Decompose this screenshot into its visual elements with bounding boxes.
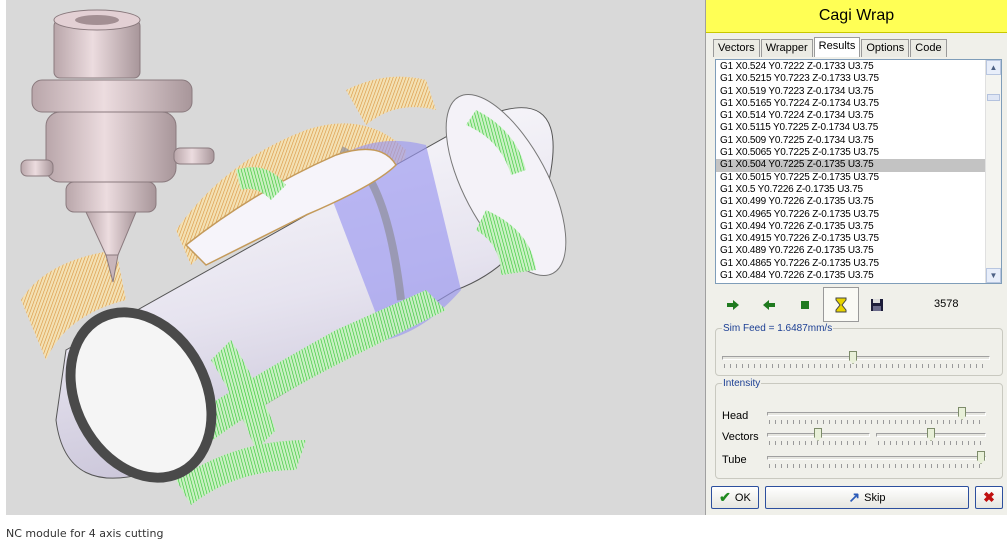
gcode-line[interactable]: G1 X0.5165 Y0.7224 Z-0.1734 U3.75 <box>716 98 986 110</box>
tab-options[interactable]: Options <box>861 39 910 57</box>
gcode-line[interactable]: G1 X0.524 Y0.7222 Z-0.1733 U3.75 <box>716 61 986 73</box>
gcode-line[interactable]: G1 X0.4965 Y0.7226 Z-0.1735 U3.75 <box>716 209 986 221</box>
3d-viewport[interactable] <box>6 0 705 515</box>
stop-button[interactable] <box>787 287 823 322</box>
head-label: Head <box>722 410 749 422</box>
sim-feed-group: Sim Feed = 1.6487mm/s <box>715 323 1003 376</box>
skip-arrow-icon: ↗ <box>848 489 861 505</box>
orange-vector-band-back <box>346 76 436 125</box>
scroll-down-icon[interactable]: ▼ <box>986 268 1001 283</box>
results-scrollbar[interactable]: ▲ ▼ <box>985 60 1001 283</box>
gcode-line[interactable]: G1 X0.519 Y0.7223 Z-0.1734 U3.75 <box>716 86 986 98</box>
slider-thumb[interactable] <box>977 451 985 464</box>
gcode-line[interactable]: G1 X0.5 Y0.7226 Z-0.1735 U3.75 <box>716 184 986 196</box>
play-forward-button[interactable] <box>715 287 751 322</box>
gcode-line[interactable]: G1 X0.5215 Y0.7223 Z-0.1733 U3.75 <box>716 73 986 85</box>
window-title: Cagi Wrap <box>706 0 1007 33</box>
gcode-line[interactable]: G1 X0.514 Y0.7224 Z-0.1734 U3.75 <box>716 110 986 122</box>
close-button[interactable]: ✖ <box>975 486 1003 509</box>
slider-thumb[interactable] <box>958 407 966 420</box>
floppy-disk-icon <box>871 298 883 311</box>
tab-wrapper[interactable]: Wrapper <box>760 39 813 57</box>
intensity-legend: Intensity <box>723 378 761 389</box>
gcode-line[interactable]: G1 X0.4915 Y0.7226 Z-0.1735 U3.75 <box>716 233 986 245</box>
sim-feed-slider[interactable] <box>722 350 990 372</box>
stop-icon <box>801 300 809 309</box>
ok-button[interactable]: ✔ OK <box>711 486 759 509</box>
skip-button[interactable]: ↗ Skip <box>765 486 969 509</box>
vectors-intensity-slider-b[interactable] <box>876 427 986 449</box>
results-listbox[interactable]: G1 X0.524 Y0.7222 Z-0.1733 U3.75 G1 X0.52… <box>715 59 1002 284</box>
sim-feed-label: Sim Feed = 1.6487mm/s <box>723 323 833 334</box>
scroll-up-icon[interactable]: ▲ <box>986 60 1001 75</box>
gcode-line[interactable]: G1 X0.499 Y0.7226 Z-0.1735 U3.75 <box>716 196 986 208</box>
image-caption: NC module for 4 axis cutting <box>6 527 164 540</box>
line-counter: 3578 <box>934 298 959 310</box>
gcode-list: G1 X0.524 Y0.7222 Z-0.1733 U3.75 G1 X0.52… <box>716 61 986 282</box>
tube-intensity-slider[interactable] <box>767 450 986 472</box>
tab-vectors[interactable]: Vectors <box>713 39 760 57</box>
checkmark-icon: ✔ <box>719 489 731 505</box>
slider-thumb[interactable] <box>927 428 935 441</box>
gcode-line[interactable]: G1 X0.504 Y0.7225 Z-0.1735 U3.75 <box>716 159 986 172</box>
gcode-line[interactable]: G1 X0.509 Y0.7225 Z-0.1734 U3.75 <box>716 135 986 147</box>
playback-toolbar <box>715 287 915 322</box>
slider-thumb[interactable] <box>849 351 857 364</box>
gcode-line[interactable]: G1 X0.5015 Y0.7225 Z-0.1735 U3.75 <box>716 172 986 184</box>
save-button[interactable] <box>859 287 895 322</box>
cagi-wrap-panel: Cagi Wrap Vectors Wrapper Results Option… <box>705 0 1007 515</box>
intensity-group: Intensity Head Vectors Tube <box>715 378 1003 479</box>
gcode-line[interactable]: G1 X0.5065 Y0.7225 Z-0.1735 U3.75 <box>716 147 986 159</box>
simulate-button[interactable] <box>823 287 859 322</box>
gcode-line[interactable]: G1 X0.489 Y0.7226 Z-0.1735 U3.75 <box>716 245 986 257</box>
scroll-thumb[interactable] <box>987 94 1000 101</box>
tab-results[interactable]: Results <box>813 37 861 57</box>
slider-thumb[interactable] <box>814 428 822 441</box>
close-icon: ✖ <box>983 489 995 505</box>
tab-code[interactable]: Code <box>910 39 947 57</box>
play-backward-button[interactable] <box>751 287 787 322</box>
gcode-line[interactable]: G1 X0.5115 Y0.7225 Z-0.1734 U3.75 <box>716 122 986 134</box>
gcode-line[interactable]: G1 X0.4865 Y0.7226 Z-0.1735 U3.75 <box>716 258 986 270</box>
dialog-footer: ✔ OK ↗ Skip ✖ <box>709 486 1007 510</box>
arrow-right-icon <box>727 299 739 310</box>
tube-label: Tube <box>722 454 747 466</box>
toolpath-simulation-scene <box>20 9 567 505</box>
hourglass-icon <box>835 297 847 312</box>
vectors-label: Vectors <box>722 431 759 443</box>
vectors-intensity-slider-a[interactable] <box>767 427 870 449</box>
gcode-line[interactable]: G1 X0.484 Y0.7226 Z-0.1735 U3.75 <box>716 270 986 282</box>
head-intensity-slider[interactable] <box>767 406 986 428</box>
arrow-left-icon <box>763 299 775 310</box>
tab-bar: Vectors Wrapper Results Options Code <box>713 37 948 57</box>
gcode-line[interactable]: G1 X0.494 Y0.7226 Z-0.1735 U3.75 <box>716 221 986 233</box>
